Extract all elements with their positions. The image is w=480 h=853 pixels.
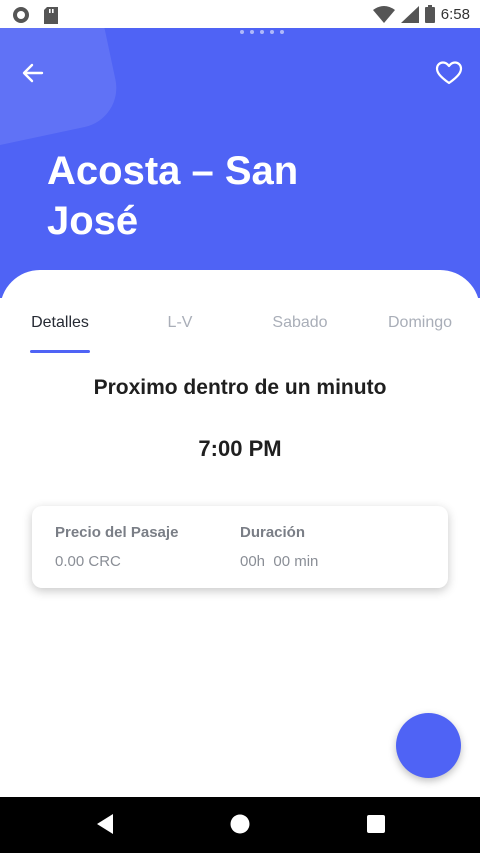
next-departure-label: Proximo dentro de un minuto xyxy=(93,376,387,399)
schedule-tabs: Detalles L-V Sabado Domingo xyxy=(0,314,480,354)
heart-outline-icon[interactable] xyxy=(435,60,463,86)
price-value: 0.00 CRC xyxy=(55,553,121,570)
tab-detalles[interactable]: Detalles xyxy=(0,314,120,332)
triangle-back-icon[interactable] xyxy=(95,813,115,835)
status-time: 6:58 xyxy=(440,5,470,23)
arrow-left-icon[interactable] xyxy=(20,60,46,86)
battery-icon xyxy=(424,5,435,23)
active-tab-indicator xyxy=(30,350,90,353)
status-bar: 6:58 xyxy=(0,0,480,28)
price-label: Precio del Pasaje xyxy=(55,524,179,541)
circle-home-icon[interactable] xyxy=(229,813,251,835)
wifi-icon xyxy=(372,5,395,23)
next-departure-time: 7:00 PM xyxy=(198,436,282,461)
route-header: Acosta – San José xyxy=(0,28,480,298)
drag-indicator xyxy=(240,30,284,34)
square-recents-icon[interactable] xyxy=(366,813,386,835)
cell-signal-icon xyxy=(400,5,419,23)
decorative-blob xyxy=(0,28,124,155)
record-icon xyxy=(13,7,29,23)
content-sheet: Detalles L-V Sabado Domingo Proximo dent… xyxy=(0,270,480,797)
tab-sabado[interactable]: Sabado xyxy=(240,314,360,332)
floating-action-button[interactable] xyxy=(396,713,461,778)
route-title: Acosta – San José xyxy=(47,149,299,243)
tab-domingo[interactable]: Domingo xyxy=(360,314,480,332)
system-nav-bar xyxy=(0,797,480,853)
duration-label: Duración xyxy=(240,524,306,541)
tab-lunes-viernes[interactable]: L-V xyxy=(120,314,240,332)
trip-info-card: Precio del Pasaje 0.00 CRC Duración 00h … xyxy=(32,506,448,588)
duration-value: 00h 00 min xyxy=(240,553,319,570)
sd-card-icon xyxy=(44,6,58,24)
